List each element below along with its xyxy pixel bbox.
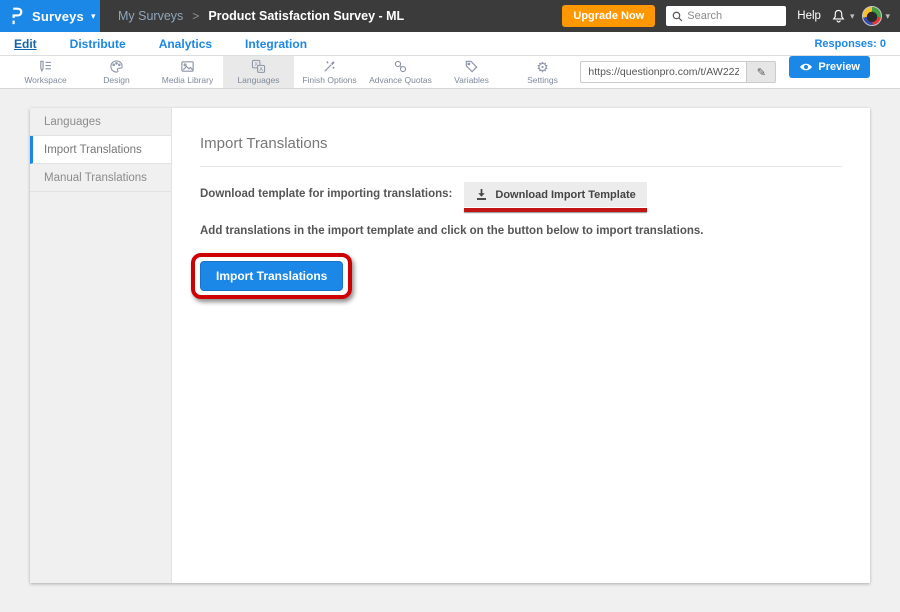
- survey-url-group: ✎: [580, 56, 776, 88]
- nav-tab-integration[interactable]: Integration: [245, 37, 307, 51]
- download-button-label: Download Import Template: [495, 189, 635, 201]
- bell-icon: [830, 8, 847, 25]
- search-box[interactable]: [666, 6, 786, 26]
- toolbar-item-settings[interactable]: ⚙ Settings: [507, 56, 578, 88]
- topbar: Surveys ▾ My Surveys > Product Satisfact…: [0, 0, 900, 32]
- edit-url-button[interactable]: ✎: [746, 61, 776, 83]
- notifications-menu[interactable]: ▾: [830, 8, 855, 25]
- toolbar-item-finish-options[interactable]: Finish Options: [294, 56, 365, 88]
- product-switcher[interactable]: Surveys ▾: [0, 0, 100, 32]
- sidebar-item-languages[interactable]: Languages: [30, 108, 171, 136]
- sidebar-item-manual-translations[interactable]: Manual Translations: [30, 164, 171, 192]
- chevron-down-icon: ▾: [885, 12, 890, 21]
- toolbar-item-workspace[interactable]: Workspace: [10, 56, 81, 88]
- toolbar-item-advance-quotas[interactable]: Advance Quotas: [365, 56, 436, 88]
- breadcrumb: My Surveys > Product Satisfaction Survey…: [118, 9, 404, 23]
- download-icon: [475, 188, 488, 201]
- pencil-icon: ✎: [757, 66, 766, 79]
- section-divider: [200, 166, 842, 167]
- toolbar-item-variables[interactable]: Variables: [436, 56, 507, 88]
- section-nav: Edit Distribute Analytics Integration Re…: [0, 32, 900, 56]
- import-translations-button[interactable]: Import Translations: [200, 261, 343, 291]
- preview-button[interactable]: Preview: [789, 56, 870, 78]
- nav-tab-distribute[interactable]: Distribute: [70, 37, 126, 51]
- preview-button-label: Preview: [818, 61, 860, 73]
- download-import-template-button[interactable]: Download Import Template: [464, 182, 646, 207]
- workspace-list-icon: [38, 59, 53, 74]
- toolbar-item-label: Languages: [237, 75, 279, 85]
- upgrade-now-button[interactable]: Upgrade Now: [562, 5, 655, 27]
- eye-icon: [799, 62, 813, 72]
- red-underline-annotation: [464, 208, 646, 212]
- svg-text:A: A: [259, 67, 263, 73]
- breadcrumb-separator: >: [192, 9, 199, 23]
- search-input[interactable]: [687, 10, 773, 22]
- help-link[interactable]: Help: [797, 10, 821, 22]
- languages-sidebar: Languages Import Translations Manual Tra…: [30, 108, 172, 583]
- translate-icon: X A: [251, 59, 266, 74]
- toolbar-item-media-library[interactable]: Media Library: [152, 56, 223, 88]
- image-icon: [180, 59, 195, 74]
- avatar-gauge-icon: [862, 6, 882, 26]
- gear-icon: ⚙: [536, 59, 549, 74]
- chevron-down-icon: ▾: [850, 12, 855, 21]
- questionpro-logo-icon: [9, 6, 25, 27]
- import-translations-panel: Import Translations Download template fo…: [172, 108, 870, 583]
- content-card: Languages Import Translations Manual Tra…: [30, 108, 870, 583]
- tag-icon: [464, 59, 479, 74]
- toolbar-item-design[interactable]: Design: [81, 56, 152, 88]
- toolbar-item-label: Workspace: [24, 75, 66, 85]
- toolbar-item-languages[interactable]: X A Languages: [223, 56, 294, 88]
- sidebar-item-import-translations[interactable]: Import Translations: [30, 136, 171, 164]
- red-box-annotation: Import Translations: [191, 253, 352, 299]
- nav-tab-analytics[interactable]: Analytics: [159, 37, 212, 51]
- responses-count[interactable]: Responses: 0: [814, 38, 886, 50]
- page-title: Import Translations: [200, 135, 842, 152]
- toolbar-item-label: Finish Options: [302, 75, 356, 85]
- toolbar-item-label: Media Library: [162, 75, 214, 85]
- survey-url-input[interactable]: [580, 61, 746, 83]
- chain-link-icon: [393, 59, 408, 74]
- instruction-text: Add translations in the import template …: [200, 225, 842, 237]
- nav-tab-edit[interactable]: Edit: [14, 37, 37, 51]
- palette-icon: [109, 59, 124, 74]
- magic-wand-icon: [322, 59, 337, 74]
- breadcrumb-parent[interactable]: My Surveys: [118, 9, 183, 23]
- toolbar-item-label: Advance Quotas: [369, 75, 432, 85]
- download-template-label: Download template for importing translat…: [200, 182, 452, 200]
- search-icon: [672, 11, 683, 22]
- toolbar-item-label: Variables: [454, 75, 489, 85]
- product-label: Surveys: [32, 9, 84, 24]
- toolbar-item-label: Design: [103, 75, 129, 85]
- edit-toolbar: Workspace Design Media Library X: [0, 56, 900, 89]
- survey-title: Product Satisfaction Survey - ML: [208, 9, 404, 23]
- account-menu[interactable]: ▾: [862, 6, 890, 26]
- chevron-down-icon: ▾: [91, 12, 96, 21]
- toolbar-item-label: Settings: [527, 75, 558, 85]
